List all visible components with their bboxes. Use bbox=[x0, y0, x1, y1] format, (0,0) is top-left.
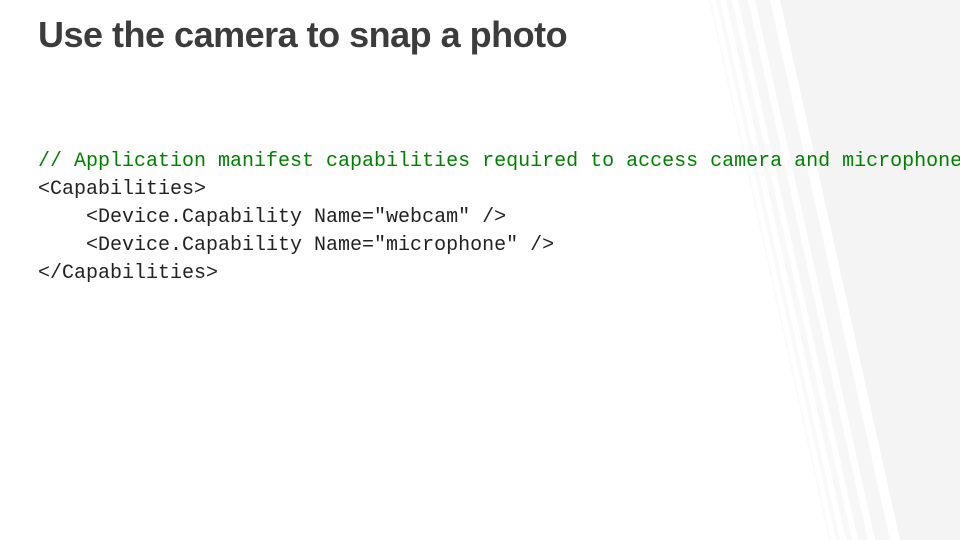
code-line: <Device.Capability Name="webcam" /> bbox=[38, 206, 506, 229]
code-comment: // Application manifest capabilities req… bbox=[38, 150, 960, 173]
code-block: // Application manifest capabilities req… bbox=[38, 148, 960, 288]
code-line: <Device.Capability Name="microphone" /> bbox=[38, 234, 554, 257]
slide-title: Use the camera to snap a photo bbox=[38, 14, 567, 56]
slide: Use the camera to snap a photo // Applic… bbox=[0, 0, 960, 540]
code-line: <Capabilities> bbox=[38, 178, 206, 201]
code-line: </Capabilities> bbox=[38, 262, 218, 285]
